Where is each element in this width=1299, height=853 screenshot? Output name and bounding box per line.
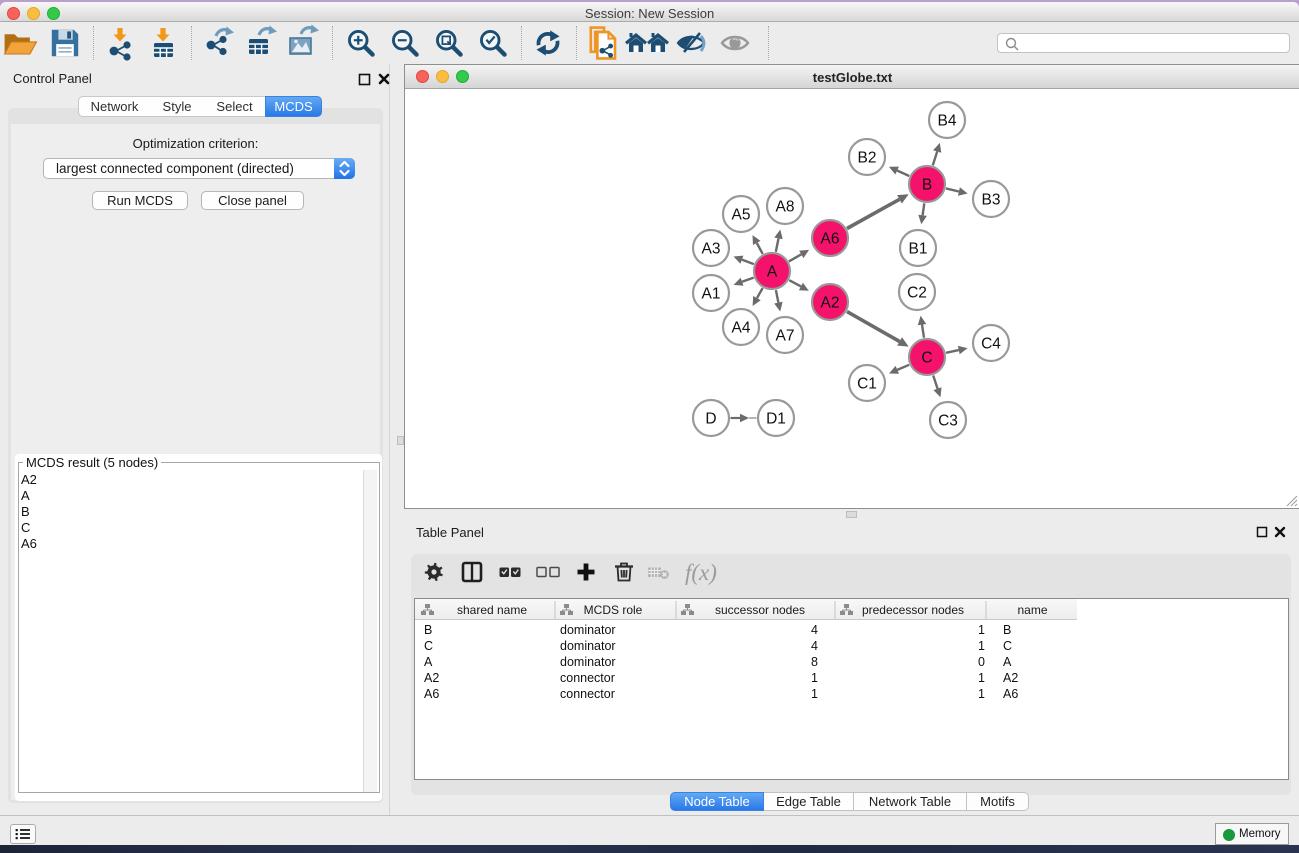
svg-text:C4: C4 <box>981 336 1001 353</box>
svg-text:A8: A8 <box>776 199 795 216</box>
svg-text:D: D <box>705 411 716 428</box>
svg-text:B2: B2 <box>858 150 877 167</box>
svg-text:B: B <box>922 177 932 194</box>
svg-text:C1: C1 <box>857 376 877 393</box>
svg-text:B1: B1 <box>909 241 928 258</box>
svg-text:A1: A1 <box>702 286 721 303</box>
svg-text:A5: A5 <box>732 207 751 224</box>
svg-text:A3: A3 <box>702 241 721 258</box>
svg-text:C3: C3 <box>938 413 958 430</box>
svg-text:D1: D1 <box>766 411 786 428</box>
svg-text:A: A <box>767 264 778 281</box>
svg-text:A7: A7 <box>776 328 795 345</box>
svg-text:C: C <box>921 350 932 367</box>
svg-text:B3: B3 <box>982 192 1001 209</box>
svg-text:A4: A4 <box>732 320 751 337</box>
svg-text:f(x): f(x) <box>685 560 717 585</box>
svg-text:B4: B4 <box>938 113 957 130</box>
svg-text:A6: A6 <box>821 231 840 248</box>
svg-text:A2: A2 <box>821 295 840 312</box>
svg-text:C2: C2 <box>907 285 927 302</box>
